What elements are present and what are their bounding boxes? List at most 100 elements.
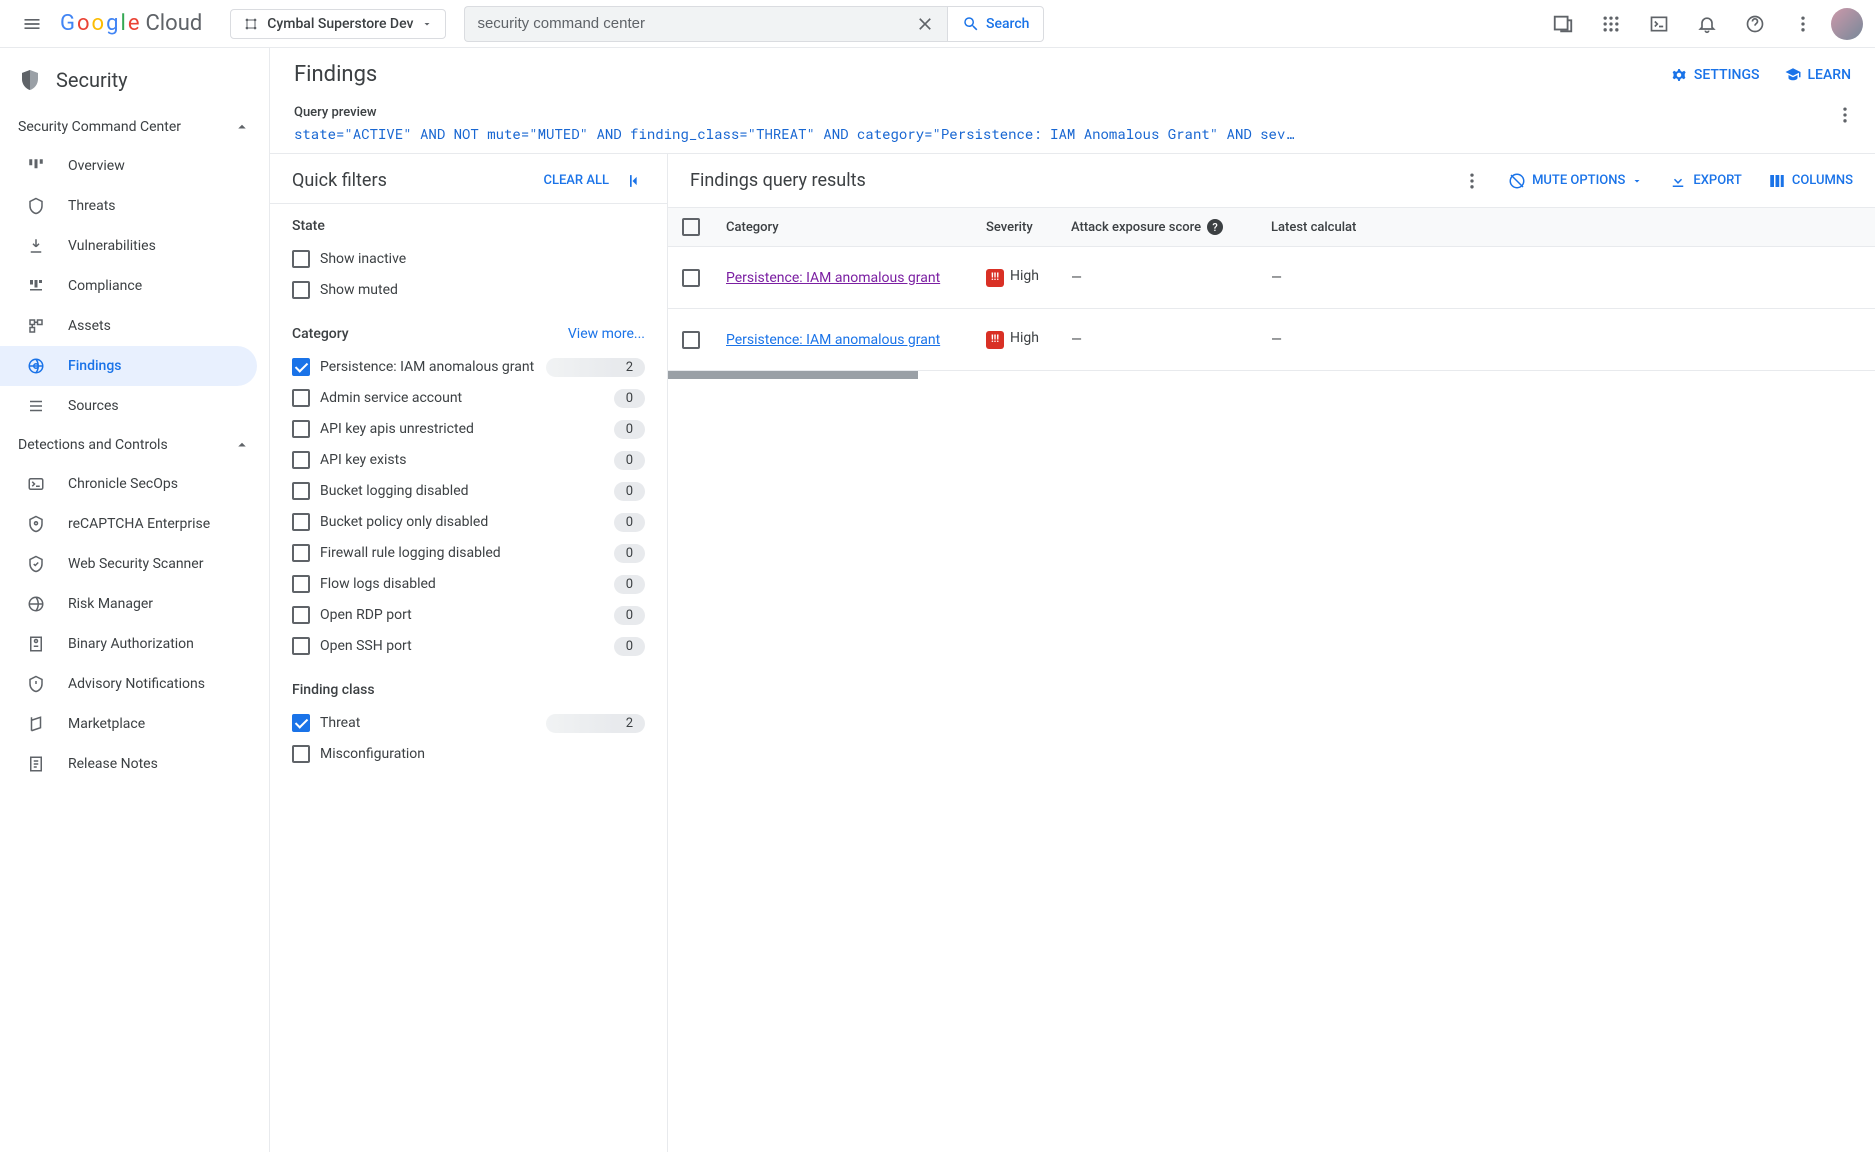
view-more-link[interactable]: View more...: [568, 326, 645, 342]
chevron-up-icon: [233, 436, 251, 454]
more-icon[interactable]: [1783, 4, 1823, 44]
filter-row[interactable]: Firewall rule logging disabled0: [292, 538, 645, 569]
help-icon[interactable]: [1735, 4, 1775, 44]
avatar[interactable]: [1831, 8, 1863, 40]
filter-row[interactable]: Misconfiguration: [292, 739, 645, 770]
checkbox[interactable]: [292, 513, 310, 531]
filter-row[interactable]: API key exists0: [292, 445, 645, 476]
menu-icon[interactable]: [12, 4, 52, 44]
filter-row[interactable]: Persistence: IAM anomalous grant2: [292, 352, 645, 383]
checkbox[interactable]: [292, 544, 310, 562]
sidebar-item-vulnerabilities[interactable]: Vulnerabilities: [0, 226, 257, 266]
filter-row[interactable]: Open RDP port0: [292, 600, 645, 631]
sidebar-item-sources[interactable]: Sources: [0, 386, 257, 426]
checkbox[interactable]: [292, 575, 310, 593]
nav-icon: [26, 236, 46, 256]
sidebar-item-release-notes[interactable]: Release Notes: [0, 744, 257, 784]
filter-row[interactable]: API key apis unrestricted0: [292, 414, 645, 445]
nav-icon: [26, 196, 46, 216]
filter-row[interactable]: Bucket logging disabled0: [292, 476, 645, 507]
sidebar-item-overview[interactable]: Overview: [0, 146, 257, 186]
checkbox[interactable]: [292, 281, 310, 299]
filter-row[interactable]: Threat2: [292, 708, 645, 739]
finding-link[interactable]: Persistence: IAM anomalous grant: [726, 332, 940, 348]
horizontal-scrollbar[interactable]: [668, 371, 918, 379]
row-checkbox[interactable]: [682, 269, 700, 287]
filter-row[interactable]: Flow logs disabled 0: [292, 569, 645, 600]
sidebar-section-scc[interactable]: Security Command Center: [0, 108, 269, 146]
cloud-shell-icon[interactable]: [1639, 4, 1679, 44]
search-button[interactable]: Search: [947, 6, 1044, 42]
results-more-icon[interactable]: [1462, 171, 1482, 191]
project-icon: [243, 16, 259, 32]
table-header: Category Severity Attack exposure score?…: [668, 208, 1875, 247]
finding-link[interactable]: Persistence: IAM anomalous grant: [726, 270, 940, 286]
count-badge: 0: [614, 482, 645, 501]
checkbox[interactable]: [292, 420, 310, 438]
sidebar-item-marketplace[interactable]: Marketplace: [0, 704, 257, 744]
checkbox[interactable]: [292, 250, 310, 268]
sidebar-item-compliance[interactable]: Compliance: [0, 266, 257, 306]
columns-button[interactable]: COLUMNS: [1768, 172, 1853, 190]
checkbox[interactable]: [292, 637, 310, 655]
select-all-checkbox[interactable]: [682, 218, 700, 236]
sidebar-item-assets[interactable]: Assets: [0, 306, 257, 346]
col-severity[interactable]: Severity: [972, 210, 1057, 245]
checkbox[interactable]: [292, 389, 310, 407]
search-box[interactable]: [464, 6, 947, 42]
sidebar-item-chronicle-secops[interactable]: Chronicle SecOps: [0, 464, 257, 504]
checkbox[interactable]: [292, 714, 310, 732]
sidebar: Security Security Command Center Overvie…: [0, 48, 270, 1152]
clear-icon[interactable]: [915, 14, 935, 34]
checkbox[interactable]: [292, 451, 310, 469]
row-checkbox[interactable]: [682, 331, 700, 349]
notifications-icon[interactable]: [1687, 4, 1727, 44]
count-badge: 0: [614, 575, 645, 594]
sidebar-item-binary-authorization[interactable]: Binary Authorization: [0, 624, 257, 664]
checkbox[interactable]: [292, 482, 310, 500]
checkbox[interactable]: [292, 745, 310, 763]
calc-cell: —: [1257, 260, 1387, 296]
help-icon[interactable]: ?: [1207, 219, 1223, 235]
sidebar-section-detections[interactable]: Detections and Controls: [0, 426, 269, 464]
settings-button[interactable]: SETTINGS: [1670, 66, 1760, 84]
mute-options-button[interactable]: MUTE OPTIONS: [1508, 172, 1643, 190]
filter-row[interactable]: Show muted: [292, 275, 645, 306]
col-calc[interactable]: Latest calculat: [1257, 210, 1387, 245]
gear-icon: [1670, 66, 1688, 84]
nav-icon: [26, 554, 46, 574]
col-exposure[interactable]: Attack exposure score?: [1057, 209, 1257, 245]
checkbox[interactable]: [292, 358, 310, 376]
filter-row[interactable]: Admin service account0: [292, 383, 645, 414]
cloud-shell-editor-icon[interactable]: [1543, 4, 1583, 44]
product-header: Security: [0, 52, 269, 108]
filter-row[interactable]: Show inactive: [292, 244, 645, 275]
col-category[interactable]: Category: [712, 210, 972, 245]
results-title: Findings query results: [690, 170, 866, 191]
filter-row[interactable]: Bucket policy only disabled0: [292, 507, 645, 538]
sidebar-item-threats[interactable]: Threats: [0, 186, 257, 226]
sidebar-item-findings[interactable]: Findings: [0, 346, 257, 386]
checkbox[interactable]: [292, 606, 310, 624]
filter-label: Flow logs disabled: [320, 575, 604, 594]
apps-icon[interactable]: [1591, 4, 1631, 44]
clear-all-button[interactable]: CLEAR ALL: [543, 173, 609, 188]
count-badge: 0: [614, 451, 645, 470]
nav-icon: [26, 396, 46, 416]
query-preview-label: Query preview: [294, 105, 1835, 120]
sidebar-item-web-security-scanner[interactable]: Web Security Scanner: [0, 544, 257, 584]
sidebar-item-risk-manager[interactable]: Risk Manager: [0, 584, 257, 624]
google-cloud-logo[interactable]: GoogleCloud: [60, 11, 202, 36]
learn-button[interactable]: LEARN: [1784, 66, 1852, 84]
export-button[interactable]: EXPORT: [1669, 172, 1741, 190]
count-badge: 2: [546, 714, 645, 733]
sidebar-item-recaptcha-enterprise[interactable]: reCAPTCHA Enterprise: [0, 504, 257, 544]
table-row: Persistence: IAM anomalous grant!!!High—…: [668, 309, 1875, 371]
collapse-panel-icon[interactable]: [625, 171, 645, 191]
project-selector[interactable]: Cymbal Superstore Dev: [230, 9, 446, 39]
filter-row[interactable]: Open SSH port0: [292, 631, 645, 662]
query-more-icon[interactable]: [1835, 105, 1855, 125]
query-preview-text: state="ACTIVE" AND NOT mute="MUTED" AND …: [294, 124, 1294, 143]
search-input[interactable]: [477, 15, 915, 32]
sidebar-item-advisory-notifications[interactable]: Advisory Notifications: [0, 664, 257, 704]
